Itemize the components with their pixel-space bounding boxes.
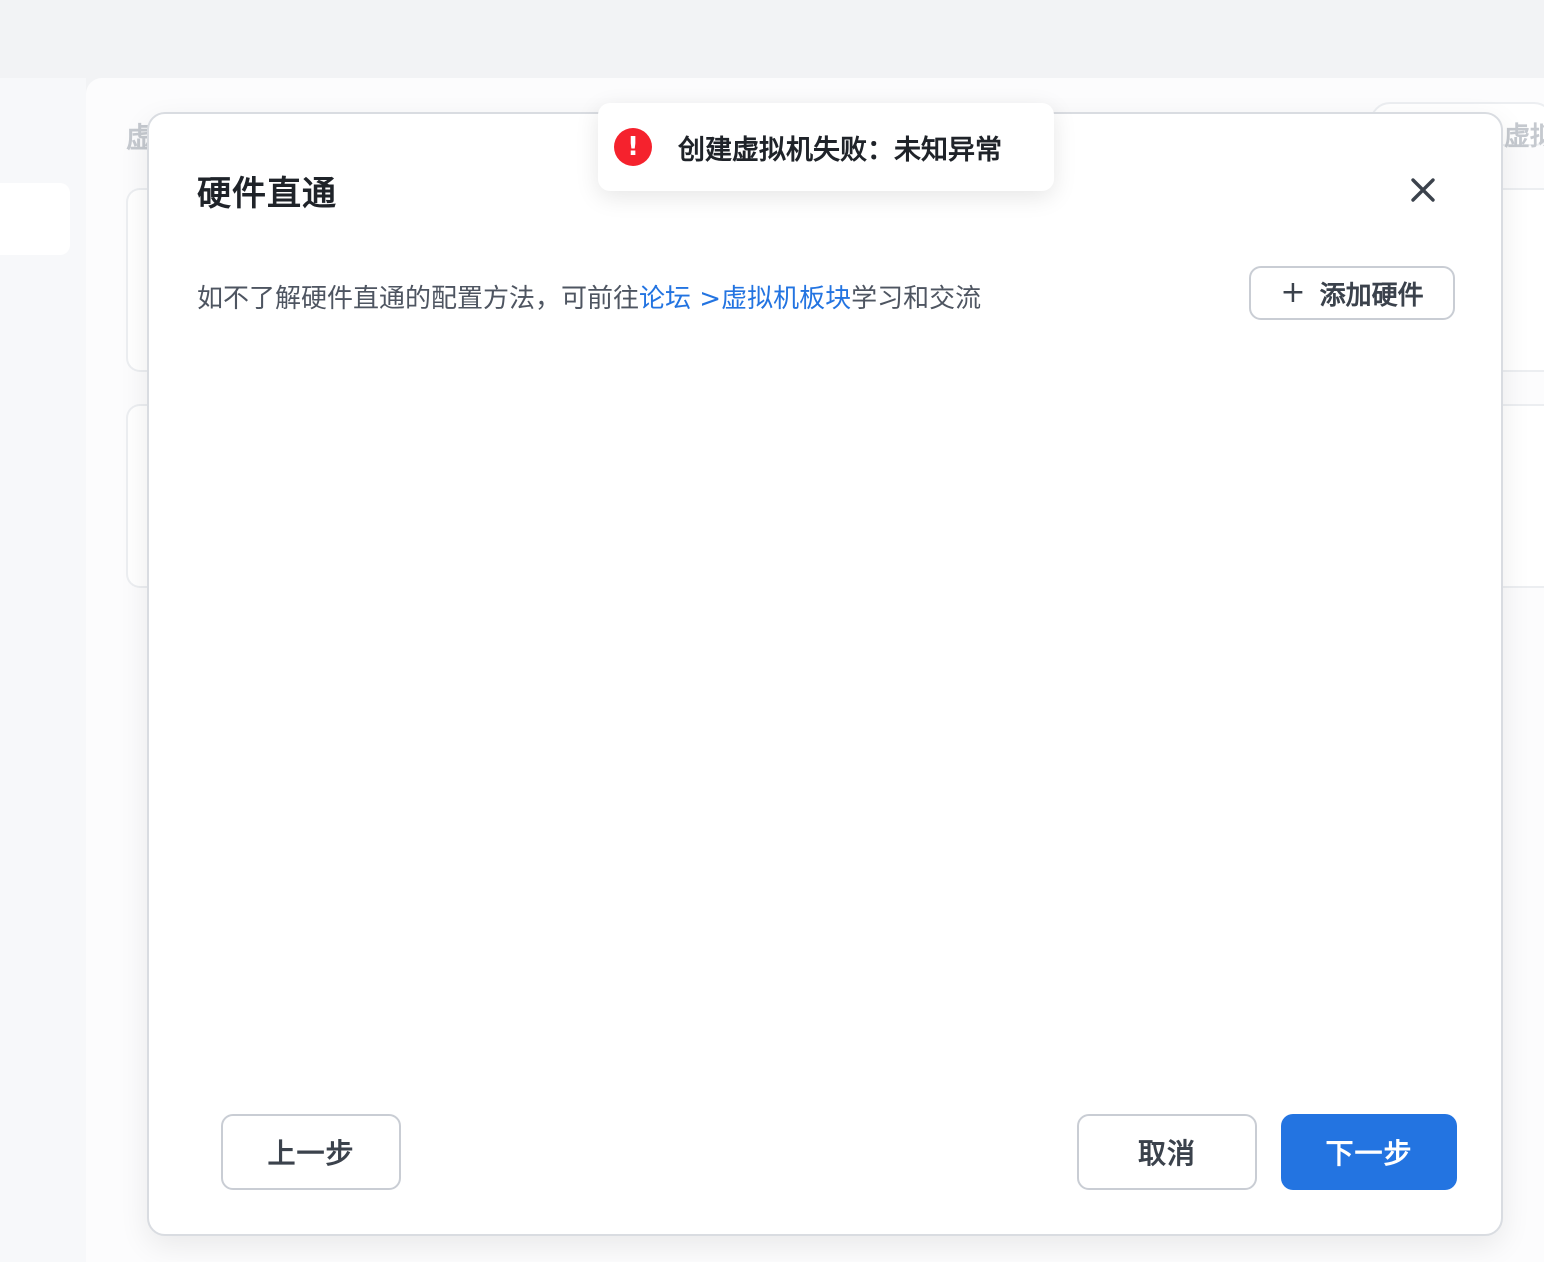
- previous-step-button[interactable]: 上一步: [221, 1114, 401, 1190]
- background-card-right: [1500, 404, 1544, 588]
- description-prefix: 如不了解硬件直通的配置方法，可前往: [197, 284, 640, 314]
- hardware-passthrough-dialog: 硬件直通 如不了解硬件直通的配置方法，可前往论坛 >虚拟机板块学习和交流 + 添…: [147, 112, 1503, 1236]
- dialog-title: 硬件直通: [197, 174, 337, 214]
- add-hardware-button[interactable]: + 添加硬件: [1249, 266, 1455, 320]
- add-hardware-label: 添加硬件: [1319, 280, 1424, 311]
- close-button[interactable]: [1405, 172, 1441, 208]
- error-toast: ! 创建虚拟机失败：未知异常: [598, 103, 1054, 191]
- error-icon: !: [614, 128, 652, 166]
- background-card-right: [1500, 188, 1544, 372]
- close-icon: [1411, 178, 1435, 202]
- description-suffix: 学习和交流: [851, 284, 982, 314]
- sidebar-active-item[interactable]: [0, 183, 70, 255]
- plus-icon: +: [1280, 275, 1306, 310]
- background-heading-right: 虚拟: [1504, 122, 1544, 152]
- cancel-button[interactable]: 取消: [1077, 1114, 1257, 1190]
- background-heading: 虚: [126, 121, 148, 154]
- sidebar: [0, 78, 86, 1262]
- forum-link[interactable]: 论坛 >虚拟机板块: [639, 284, 851, 314]
- dialog-description: 如不了解硬件直通的配置方法，可前往论坛 >虚拟机板块学习和交流: [197, 278, 981, 315]
- toast-message: 创建虚拟机失败：未知异常: [678, 134, 1002, 166]
- next-step-button[interactable]: 下一步: [1281, 1114, 1457, 1190]
- top-bar: [0, 0, 1544, 78]
